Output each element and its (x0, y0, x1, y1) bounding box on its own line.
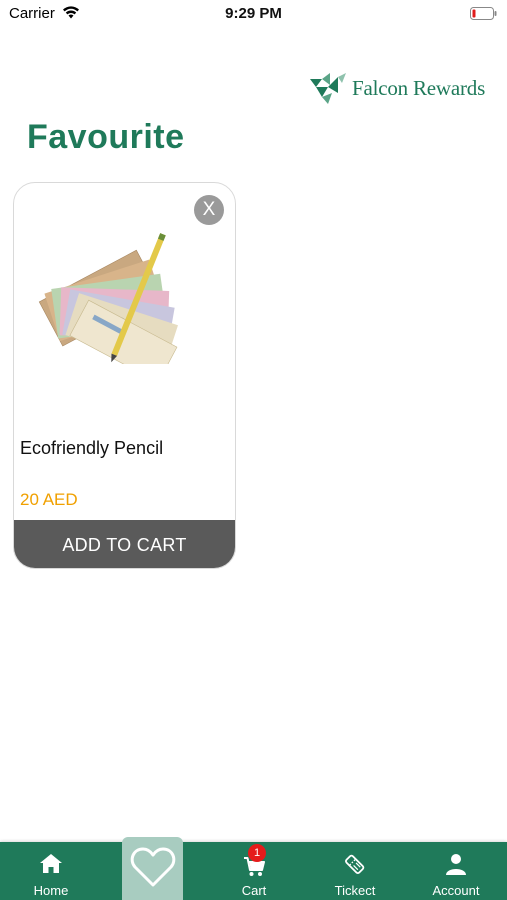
tab-bar: Home 1 Cart Tickect Account (0, 842, 507, 900)
tab-ticket[interactable]: Tickect (315, 842, 395, 900)
product-image (38, 233, 178, 364)
add-to-cart-button[interactable]: ADD TO CART (14, 520, 235, 568)
status-bar: Carrier 9:29 PM (0, 0, 507, 28)
tab-cart-label: Cart (241, 883, 267, 898)
heart-icon (130, 847, 176, 887)
brand-name: Falcon Rewards (352, 75, 486, 100)
brand-logo: Falcon Rewards (308, 70, 485, 106)
tab-favourite[interactable] (122, 837, 183, 900)
cart-badge: 1 (248, 844, 266, 862)
favourite-card: X Ecofriendly Pencil 20 AED ADD TO CART (13, 182, 236, 569)
tab-account[interactable]: Account (416, 842, 496, 900)
tab-ticket-label: Tickect (334, 883, 376, 898)
product-name: Ecofriendly Pencil (20, 438, 164, 458)
tab-account-label: Account (432, 883, 480, 898)
ticket-icon (345, 854, 365, 874)
tab-home-label: Home (33, 883, 69, 898)
tab-cart[interactable]: 1 Cart (214, 842, 294, 900)
product-price: 20 AED (20, 490, 78, 509)
status-time: 9:29 PM (225, 5, 282, 22)
battery-icon (470, 7, 497, 20)
remove-favourite-button[interactable]: X (194, 195, 224, 225)
tab-home[interactable]: Home (11, 842, 91, 900)
account-icon (446, 854, 466, 875)
falcon-logo-icon (310, 73, 346, 104)
home-icon (40, 854, 62, 873)
page-title: Favourite (27, 118, 185, 156)
